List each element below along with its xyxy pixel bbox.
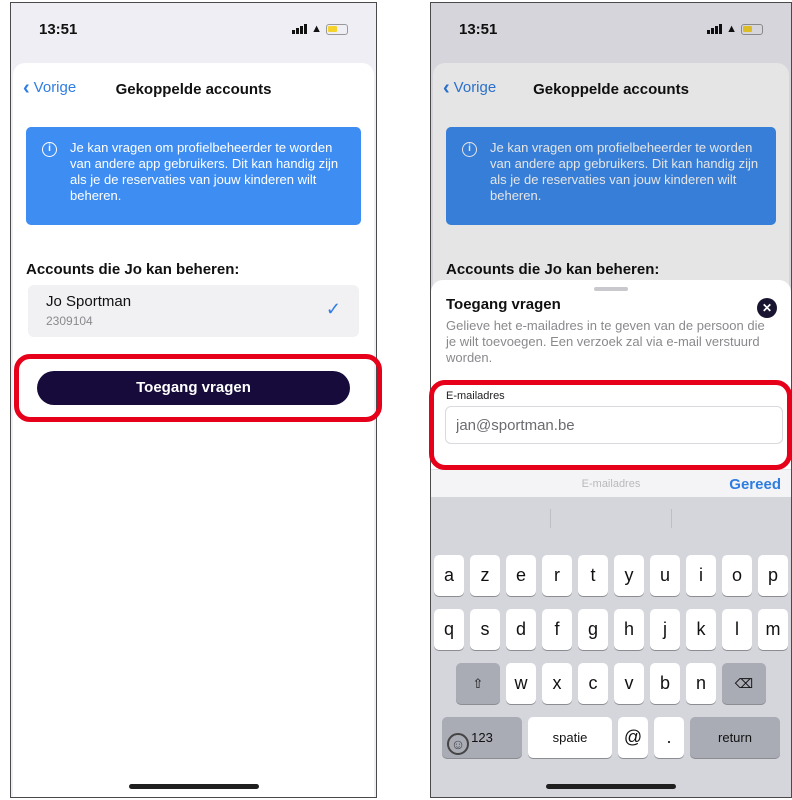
info-text: Je kan vragen om profielbeheerder te wor… [70,140,339,203]
battery-icon [326,23,348,35]
checkmark-icon: ✓ [325,299,341,319]
page-sheet: ‹ Vorige Gekoppelde accounts i Je kan vr… [13,63,374,797]
at-key[interactable]: @ [618,717,648,758]
emoji-icon[interactable]: ☺ [447,733,469,755]
key[interactable]: i [686,555,716,596]
key[interactable]: q [434,609,464,650]
info-banner: i Je kan vragen om profielbeheerder te w… [26,127,361,225]
key[interactable]: c [578,663,608,704]
done-button[interactable]: Gereed [729,476,781,493]
space-key[interactable]: spatie [528,717,612,758]
key[interactable]: n [686,663,716,704]
key[interactable]: r [542,555,572,596]
key[interactable]: o [722,555,752,596]
key[interactable]: k [686,609,716,650]
key[interactable]: a [434,555,464,596]
key[interactable]: h [614,609,644,650]
home-indicator [128,784,259,789]
key[interactable]: y [614,555,644,596]
backspace-icon[interactable]: ⌫ [722,663,766,704]
key[interactable]: p [758,555,788,596]
key[interactable]: s [470,609,500,650]
dot-key[interactable]: . [654,717,684,758]
account-name: Jo Sportman [46,293,132,310]
close-icon[interactable]: ✕ [757,298,777,318]
key[interactable]: b [650,663,680,704]
account-number: 2309104 [46,314,93,328]
home-indicator [546,784,676,789]
key[interactable]: e [506,555,536,596]
key[interactable]: w [506,663,536,704]
wifi-icon: ▲ [311,23,322,35]
page-title: Gekoppelde accounts [115,81,272,98]
shift-icon[interactable]: ⇧ [456,663,500,704]
key[interactable]: g [578,609,608,650]
keyboard: a z e r t y u i o p q s d f g h j k l m … [431,497,791,797]
keyboard-row-1: a z e r t y u i o p [431,555,791,596]
key[interactable]: l [722,609,752,650]
highlight-frame-button [14,354,382,422]
status-icons: ▲ [292,23,348,35]
suggestion-bar [431,497,791,540]
account-list-item[interactable]: Jo Sportman 2309104 ✓ [28,285,359,337]
status-bar: 13:51 ▲ [11,3,376,63]
nav-bar: ‹ Vorige Gekoppelde accounts [13,77,374,103]
key[interactable]: z [470,555,500,596]
modal-description: Gelieve het e-mailadres in te geven van … [446,318,765,365]
key[interactable]: t [578,555,608,596]
info-icon: i [42,142,57,157]
section-title: Accounts die Jo kan beheren: [26,261,240,278]
signal-icon [292,24,308,34]
key[interactable]: d [506,609,536,650]
return-key[interactable]: return [690,717,780,758]
sheet-grabber[interactable] [594,287,628,291]
highlight-frame-email [429,380,792,470]
key[interactable]: v [614,663,644,704]
keyboard-row-4: 123 spatie @ . return [431,717,791,758]
key[interactable]: x [542,663,572,704]
keyboard-row-3: ⇧ w x c v b n ⌫ [431,663,791,704]
status-time: 13:51 [39,21,78,38]
key[interactable]: j [650,609,680,650]
keyboard-accessory-bar: E-mailadres Gereed [431,469,791,497]
modal-title: Toegang vragen [446,296,561,313]
keyboard-row-2: q s d f g h j k l m [431,609,791,650]
key[interactable]: u [650,555,680,596]
key[interactable]: f [542,609,572,650]
key[interactable]: m [758,609,788,650]
